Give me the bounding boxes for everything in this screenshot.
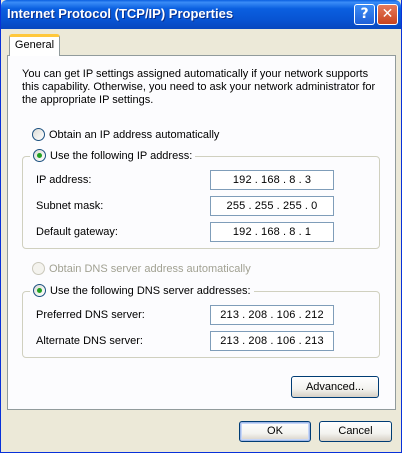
preferred-dns-input[interactable]: 213. 208. 106. 212 <box>210 305 334 325</box>
ip-manual-label: Use the following IP address: <box>50 149 193 162</box>
help-button[interactable]: ? <box>354 4 375 25</box>
preferred-dns-label: Preferred DNS server: <box>36 309 145 321</box>
dns-manual-option[interactable]: Use the following DNS server addresses: <box>30 284 254 297</box>
octet: 213 <box>304 335 324 347</box>
octet: 213 <box>220 309 240 321</box>
dns-auto-radio <box>32 262 45 275</box>
ip-manual-radio[interactable] <box>33 149 46 162</box>
octet: 208 <box>248 335 268 347</box>
ip-manual-option[interactable]: Use the following IP address: <box>30 149 196 162</box>
close-button[interactable]: ✕ <box>377 4 398 25</box>
ip-address-input[interactable]: 192. 168. 8. 3 <box>210 170 334 190</box>
octet: 168 <box>261 174 280 186</box>
octet: 255 <box>226 200 246 212</box>
octet: 208 <box>248 309 268 321</box>
dns-manual-label: Use the following DNS server addresses: <box>50 284 251 297</box>
dns-auto-label: Obtain DNS server address automatically <box>49 262 251 275</box>
subnet-mask-input[interactable]: 255. 255. 255. 0 <box>210 196 334 216</box>
ip-auto-option[interactable]: Obtain an IP address automatically <box>32 128 219 141</box>
dns-manual-radio[interactable] <box>33 284 46 297</box>
octet: 168 <box>261 226 280 238</box>
octet: 106 <box>276 309 296 321</box>
subnet-mask-label: Subnet mask: <box>36 200 104 212</box>
alternate-dns-label: Alternate DNS server: <box>36 335 143 347</box>
alternate-dns-input[interactable]: 213. 208. 106. 213 <box>210 331 334 351</box>
tab-general-label: General <box>14 39 55 51</box>
octet: 3 <box>304 174 312 186</box>
octet: 0 <box>311 200 318 212</box>
octet: 106 <box>276 335 296 347</box>
tab-general[interactable]: General <box>9 34 60 56</box>
tcpip-properties-dialog: Internet Protocol (TCP/IP) Properties ? … <box>0 0 402 453</box>
octet: 8 <box>289 226 296 238</box>
octet: 213 <box>220 335 240 347</box>
ok-button[interactable]: OK <box>239 421 311 442</box>
octet: 255 <box>282 200 302 212</box>
close-icon: ✕ <box>381 6 394 22</box>
octet: 255 <box>254 200 274 212</box>
octet: 8 <box>289 174 296 186</box>
help-icon: ? <box>360 6 369 22</box>
dns-auto-option: Obtain DNS server address automatically <box>32 262 251 275</box>
cancel-button[interactable]: Cancel <box>319 421 392 442</box>
window-title: Internet Protocol (TCP/IP) Properties <box>7 6 234 21</box>
title-bar[interactable]: Internet Protocol (TCP/IP) Properties ? … <box>1 0 401 29</box>
ip-auto-label: Obtain an IP address automatically <box>49 128 220 141</box>
octet: 212 <box>304 309 324 321</box>
default-gateway-label: Default gateway: <box>36 226 118 238</box>
octet: 192 <box>232 174 252 186</box>
octet: 1 <box>304 226 312 238</box>
intro-text: You can get IP settings assigned automat… <box>22 68 376 106</box>
advanced-button[interactable]: Advanced... <box>291 376 379 398</box>
ip-auto-radio[interactable] <box>32 128 45 141</box>
octet: 192 <box>232 226 252 238</box>
ip-address-label: IP address: <box>36 174 92 186</box>
default-gateway-input[interactable]: 192. 168. 8. 1 <box>210 222 334 242</box>
